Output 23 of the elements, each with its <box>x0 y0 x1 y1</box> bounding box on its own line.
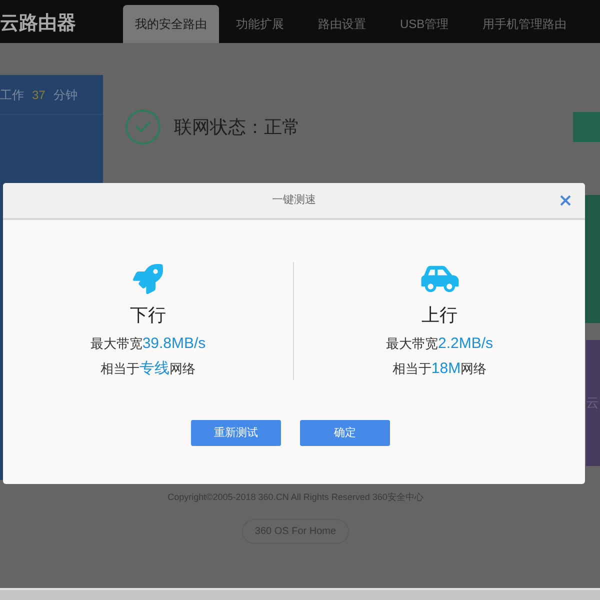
nav-tab[interactable]: USB管理 <box>383 5 466 43</box>
direction-title: 上行 <box>422 304 458 327</box>
max-bandwidth-text: 最大带宽2.2MB/s <box>386 334 494 354</box>
direction-title: 下行 <box>130 304 166 327</box>
equivalent-network-text: 相当于专线网络 <box>100 358 196 378</box>
nav-tab[interactable]: 用手机管理路由 <box>466 5 584 43</box>
uptime-label: 工作 <box>0 86 24 104</box>
status-text: 联网状态：正常 <box>174 116 300 138</box>
dialog-button[interactable]: 确定 <box>300 420 390 446</box>
max-bandwidth-text: 最大带宽39.8MB/s <box>90 334 206 354</box>
car-icon <box>420 264 460 294</box>
uptime-unit: 分钟 <box>53 86 78 104</box>
nav-tab[interactable]: 路由设置 <box>301 5 383 43</box>
logo-text: 云路由器 <box>0 12 76 36</box>
equivalent-network-text: 相当于18M网络 <box>392 358 487 378</box>
close-icon[interactable] <box>560 195 571 206</box>
rocket-icon <box>133 264 163 294</box>
nav-tab[interactable]: 我的安全路由 <box>123 5 219 43</box>
dialog-button[interactable]: 重新测试 <box>191 420 281 446</box>
check-circle-icon <box>125 109 161 145</box>
nav-tab[interactable]: 功能扩展 <box>219 5 301 43</box>
dialog-title: 一键测速 <box>272 193 316 208</box>
uptime-value: 37 <box>32 86 46 104</box>
